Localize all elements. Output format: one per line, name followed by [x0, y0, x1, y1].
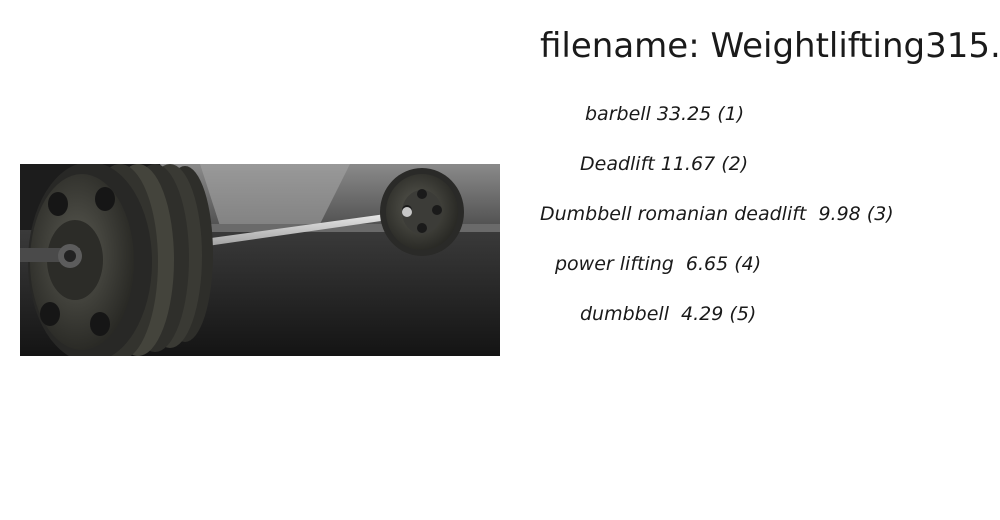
prediction-1: barbell 33.25 (1) [585, 103, 745, 125]
filename-label: filename: Weightlifting315.jpg [540, 26, 1000, 66]
barbell-photo [20, 164, 500, 356]
prediction-5: dumbbell 4.29 (5) [580, 303, 757, 325]
prediction-3: Dumbbell romanian deadlift 9.98 (3) [540, 203, 894, 225]
prediction-2: Deadlift 11.67 (2) [580, 153, 749, 175]
page: filename: Weightlifting315.jpg barbell 3… [0, 0, 1000, 520]
prediction-4: power lifting 6.65 (4) [555, 253, 762, 275]
